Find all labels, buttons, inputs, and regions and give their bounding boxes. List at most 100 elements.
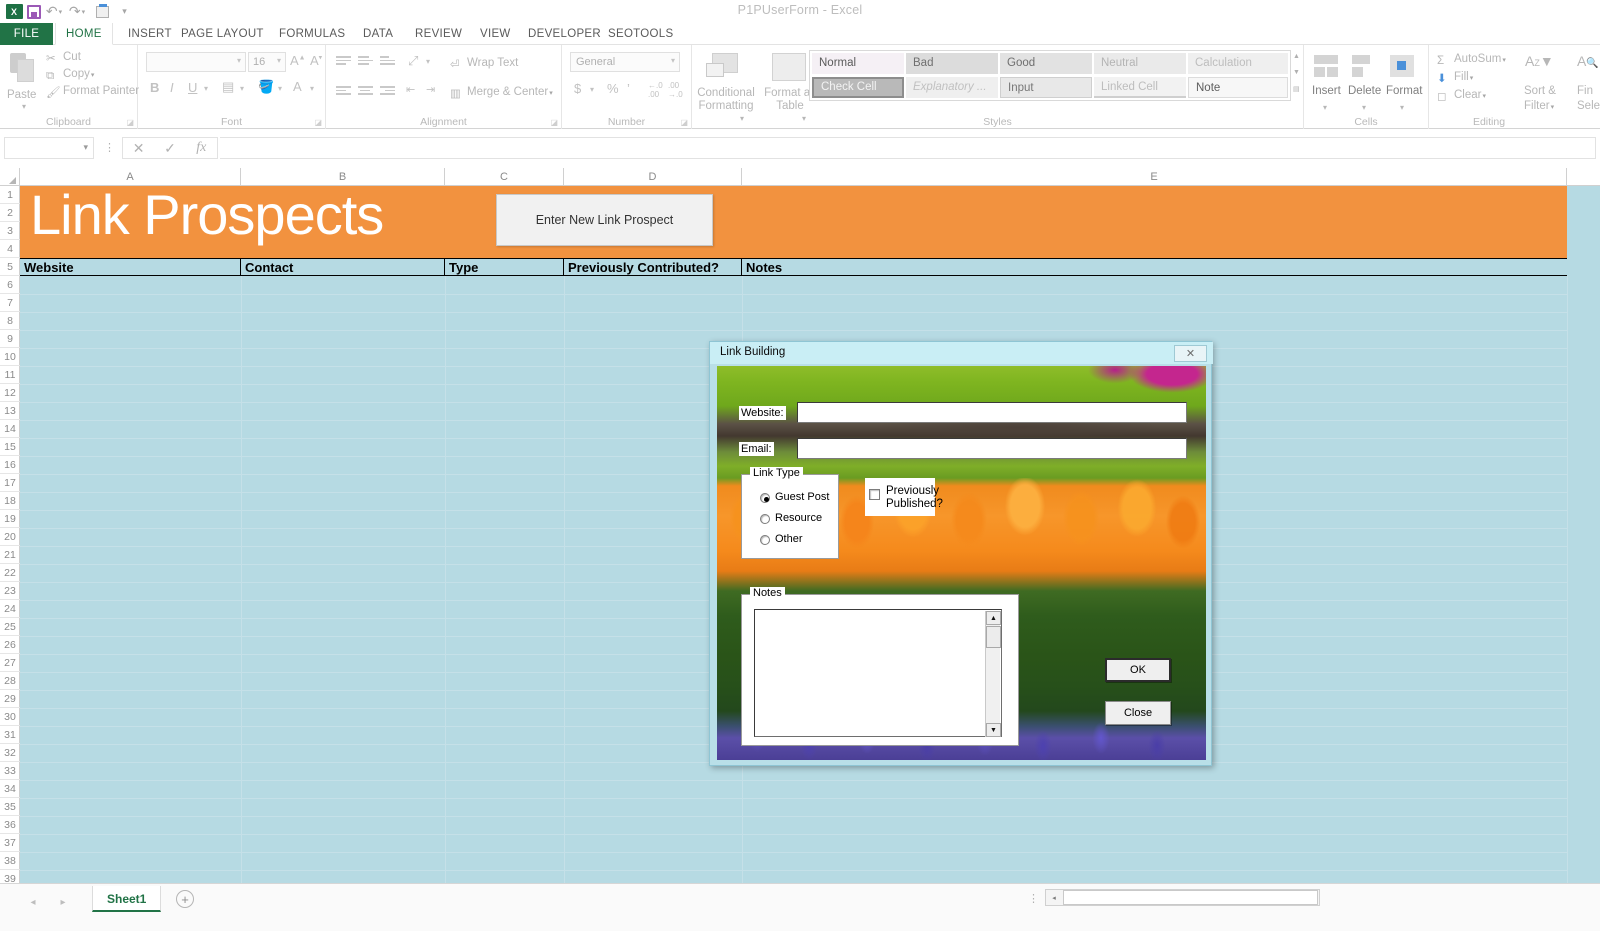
column-header-a[interactable]: A [20,168,241,186]
delete-caret-icon[interactable]: ▾ [1362,103,1366,112]
tab-view[interactable]: VIEW [470,23,521,45]
close-icon[interactable]: ✕ [1174,345,1207,362]
row-header[interactable]: 32 [0,744,20,762]
link-building-userform[interactable]: Link Building ✕ Website: Email: Link Typ… [709,341,1212,766]
conditional-formatting-icon[interactable] [706,53,744,83]
find-select-label-2[interactable]: Sele [1577,100,1600,112]
row-header[interactable]: 21 [0,546,20,564]
fill-color-caret-icon[interactable]: ▾ [278,84,282,93]
row-header[interactable]: 9 [0,330,20,348]
merge-center-button[interactable]: ▥Merge & Center▾ [450,86,553,98]
row-header[interactable]: 5 [0,258,20,276]
previously-published-checkbox-container[interactable]: PreviouslyPublished? [865,478,935,516]
scroll-down-button[interactable]: ▼ [986,723,1001,737]
paste-dropdown-icon[interactable]: ▾ [22,102,26,111]
orientation-icon[interactable]: ⤢ [408,53,418,69]
cut-button[interactable]: ✂Cut [46,51,81,63]
formula-input[interactable] [220,137,1596,159]
currency-caret-icon[interactable]: ▾ [590,85,594,94]
font-dialog-launcher[interactable]: ◪ [314,118,322,127]
row-header[interactable]: 36 [0,816,20,834]
format-caret-icon[interactable]: ▾ [1400,103,1404,112]
style-input[interactable]: Input [1000,77,1092,98]
ok-button[interactable]: OK [1105,658,1171,682]
comma-style-icon[interactable]: ’ [627,81,630,96]
row-header[interactable]: 6 [0,276,20,294]
row-header[interactable]: 23 [0,582,20,600]
add-sheet-icon[interactable]: + [176,890,194,908]
row-header[interactable]: 8 [0,312,20,330]
format-painter-button[interactable]: 🖌Format Painter [46,85,139,97]
row-header[interactable]: 12 [0,384,20,402]
conditional-formatting-label[interactable]: Conditional Formatting [696,87,756,113]
orientation-caret-icon[interactable]: ▾ [426,57,430,66]
align-middle-icon[interactable] [358,56,373,67]
tab-home[interactable]: HOME [55,23,113,45]
delete-cells-icon[interactable] [1352,55,1378,79]
row-header[interactable]: 29 [0,690,20,708]
tab-data[interactable]: DATA [353,23,403,45]
scroll-left-button[interactable]: ◂ [1046,890,1062,905]
format-as-table-icon[interactable] [772,53,806,81]
row-header[interactable]: 1 [0,186,20,204]
increase-decimal-icon[interactable]: ←.0.00 [648,81,663,99]
fill-color-icon[interactable]: 🪣 [258,79,274,95]
find-select-icon[interactable]: A🔍 [1577,53,1599,69]
row-header[interactable]: 20 [0,528,20,546]
clear-button[interactable]: ◻Clear▾ [1437,89,1486,101]
scrollbar-thumb[interactable] [986,626,1001,648]
borders-icon[interactable]: ▤ [222,79,234,95]
style-bad[interactable]: Bad [906,53,998,74]
row-header[interactable]: 22 [0,564,20,582]
decrease-indent-icon[interactable]: ⇤ [406,83,415,96]
row-header[interactable]: 4 [0,240,20,258]
row-header[interactable]: 19 [0,510,20,528]
row-header[interactable]: 11 [0,366,20,384]
font-name-caret-icon[interactable]: ▾ [237,56,241,65]
notes-textarea[interactable]: ▲ ▼ [754,609,1002,737]
sort-filter-label-1[interactable]: Sort & [1524,85,1556,97]
select-all-corner[interactable] [0,168,20,186]
style-normal[interactable]: Normal [812,53,904,74]
number-dialog-launcher[interactable]: ◪ [680,118,688,127]
tab-formulas[interactable]: FORMULAS [269,23,355,45]
next-sheet-icon[interactable]: ▸ [60,897,65,908]
name-box[interactable]: ▾ [4,137,94,159]
row-header[interactable]: 34 [0,780,20,798]
column-header-c[interactable]: C [445,168,564,186]
row-header[interactable]: 7 [0,294,20,312]
insert-label[interactable]: Insert [1312,85,1341,97]
clipboard-dialog-launcher[interactable]: ◪ [126,118,134,127]
formula-bar-buttons[interactable]: ✕ ✓ fx [122,137,218,159]
style-good[interactable]: Good [1000,53,1092,74]
prev-sheet-icon[interactable]: ◂ [30,897,35,908]
row-header[interactable]: 24 [0,600,20,618]
website-input[interactable] [797,402,1187,423]
italic-icon[interactable]: I [170,80,174,95]
row-header[interactable]: 33 [0,762,20,780]
align-top-icon[interactable] [336,56,351,67]
align-left-icon[interactable] [336,86,351,97]
row-header[interactable]: 31 [0,726,20,744]
column-header-d[interactable]: D [564,168,742,186]
underline-caret-icon[interactable]: ▾ [204,84,208,93]
status-bar-grip[interactable]: ⋮ [1028,892,1039,905]
row-header[interactable]: 15 [0,438,20,456]
percent-icon[interactable]: % [607,81,619,96]
align-center-icon[interactable] [358,86,373,97]
formula-bar-grip[interactable]: ⋮ [104,141,115,154]
row-header[interactable]: 38 [0,852,20,870]
row-header[interactable]: 16 [0,456,20,474]
row-header[interactable]: 14 [0,420,20,438]
row-header[interactable]: 37 [0,834,20,852]
cancel-icon[interactable]: ✕ [123,140,154,157]
delete-label[interactable]: Delete [1348,85,1381,97]
row-header[interactable]: 18 [0,492,20,510]
tab-seotools[interactable]: SEOTOOLS [598,23,683,45]
format-label[interactable]: Format [1386,85,1422,97]
bold-icon[interactable]: B [150,80,159,95]
row-header[interactable]: 25 [0,618,20,636]
increase-indent-icon[interactable]: ⇥ [426,83,435,96]
row-header[interactable]: 35 [0,798,20,816]
sheet-tab-sheet1[interactable]: Sheet1 [92,886,161,912]
